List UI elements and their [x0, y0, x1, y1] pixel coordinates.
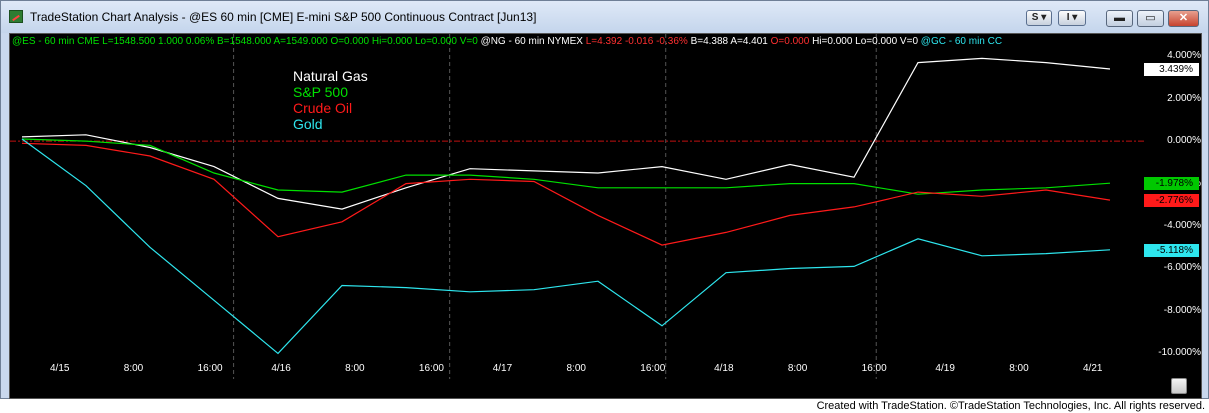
x-tick-label: 16:00 — [640, 363, 666, 374]
x-tick-label: 4/19 — [935, 363, 955, 374]
legend-sp500: S&P 500 — [293, 84, 349, 100]
x-tick-label: 8:00 — [123, 363, 144, 374]
x-tick-label: 4/15 — [50, 363, 70, 374]
tradestation-app-icon — [9, 10, 23, 23]
title-bar[interactable]: TradeStation Chart Analysis - @ES 60 min… — [1, 1, 1208, 33]
x-tick-label: 8:00 — [345, 363, 365, 374]
last-value-badge-sp500: -1.978% — [1144, 177, 1199, 191]
legend-gold: Gold — [293, 116, 323, 132]
y-tick-label: -4.000% — [1163, 220, 1201, 232]
insert-dropdown-button[interactable]: I ▾ — [1058, 10, 1086, 26]
y-tick-label: -6.000% — [1163, 262, 1201, 274]
x-tick-label: 8:00 — [1009, 363, 1029, 374]
chart-area[interactable]: @ES - 60 min CME L=1548.500 1.000 0.06% … — [9, 33, 1202, 399]
x-axis — [10, 379, 1201, 398]
x-tick-label: 8:00 — [566, 363, 586, 374]
y-tick-label: -10.000% — [1158, 347, 1201, 359]
x-tick-label: 16:00 — [197, 363, 223, 374]
y-tick-label: 4.000% — [1167, 50, 1201, 62]
maximize-button[interactable]: ▭ — [1137, 10, 1164, 27]
last-value-badge-gold: -5.118% — [1144, 243, 1199, 257]
x-tick-label: 4/17 — [492, 363, 513, 374]
series-line-sp500 — [21, 138, 1111, 195]
window-title: TradeStation Chart Analysis - @ES 60 min… — [30, 10, 537, 24]
close-icon: ✕ — [1178, 12, 1189, 24]
scroll-handle[interactable] — [1171, 378, 1187, 394]
ng-status-bid-ask: B=4.388 A=4.401 — [690, 36, 768, 47]
minimize-button[interactable]: ▬ — [1106, 10, 1133, 27]
x-tick-label: 16:00 — [861, 363, 887, 374]
series-line-natural-gas — [21, 57, 1111, 210]
x-tick-label: 16:00 — [418, 363, 444, 374]
y-tick-label: 2.000% — [1167, 92, 1201, 104]
legend-crude-oil: Crude Oil — [293, 100, 353, 116]
y-tick-label: -8.000% — [1163, 304, 1201, 316]
ng-status-name: @NG - 60 min NYMEX — [480, 36, 583, 47]
footer-credit: Created with TradeStation. ©TradeStation… — [0, 399, 1209, 413]
gc-status: @GC - 60 min CC — [920, 36, 1003, 47]
maximize-icon: ▭ — [1145, 12, 1156, 24]
last-value-badge-crude-oil: -2.776% — [1144, 194, 1199, 208]
status-line: @ES - 60 min CME L=1548.500 1.000 0.06% … — [12, 36, 1002, 48]
ng-status-tail: Hi=0.000 Lo=0.000 V=0 — [812, 36, 919, 47]
series-line-gold — [21, 138, 1111, 355]
x-tick-label: 4/21 — [1083, 363, 1103, 374]
chart-window: TradeStation Chart Analysis - @ES 60 min… — [0, 0, 1209, 399]
style-dropdown-button[interactable]: S ▾ — [1026, 10, 1052, 26]
close-button[interactable]: ✕ — [1168, 10, 1199, 27]
chevron-down-icon: ▾ — [1069, 12, 1078, 23]
y-tick-label: 0.000% — [1167, 135, 1201, 147]
ng-status-change: L=4.392 -0.016 -0.36% — [585, 36, 688, 47]
es-status: @ES - 60 min CME L=1548.500 1.000 0.06% … — [12, 36, 478, 47]
chevron-down-icon: ▾ — [1038, 12, 1047, 23]
x-tick-label: 4/18 — [714, 363, 734, 374]
plot-canvas[interactable] — [10, 34, 1145, 379]
last-value-badge-natural-gas: 3.439% — [1144, 62, 1199, 76]
x-tick-label: 8:00 — [787, 363, 808, 374]
legend-natural-gas: Natural Gas — [293, 68, 368, 84]
ng-status-open: O=0.000 — [770, 36, 810, 47]
minimize-icon: ▬ — [1114, 12, 1125, 24]
x-tick-label: 4/16 — [271, 363, 291, 374]
chart-legend: Natural Gas S&P 500 Crude Oil Gold — [293, 68, 368, 132]
